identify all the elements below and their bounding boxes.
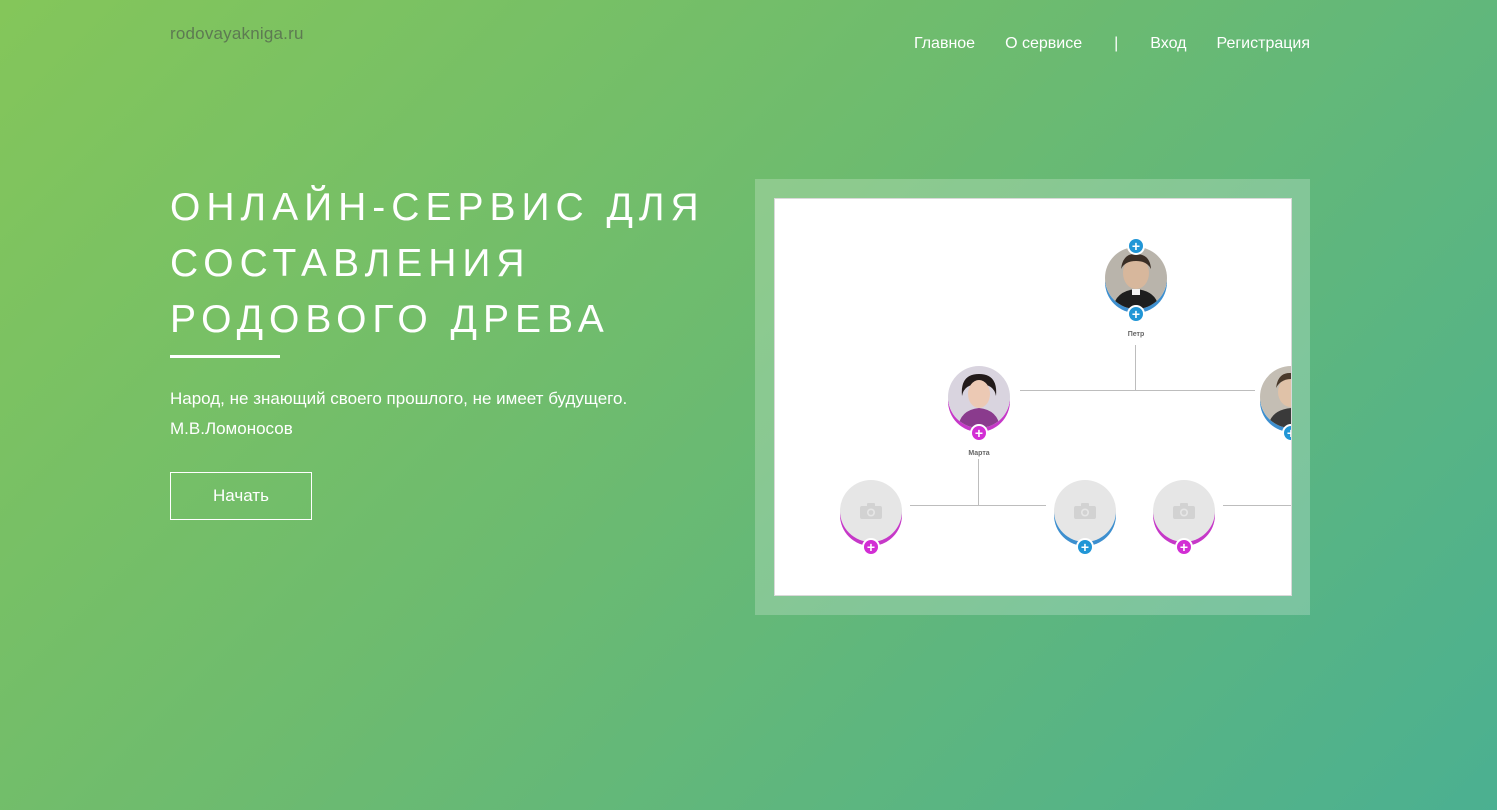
hero-quote: Народ, не знающий своего прошлого, не им… <box>170 384 690 444</box>
add-parent-icon[interactable]: + <box>1127 237 1145 255</box>
avatar <box>1105 247 1167 309</box>
nav-login[interactable]: Вход <box>1150 35 1186 53</box>
camera-icon <box>1074 503 1096 519</box>
tree-line <box>1223 505 1291 506</box>
start-button[interactable]: Начать <box>170 472 312 520</box>
hero-title: ОНЛАЙН-СЕРВИС ДЛЯ СОСТАВЛЕНИЯ РОДОВОГО Д… <box>170 186 705 341</box>
quote-author: М.В.Ломоносов <box>170 419 293 438</box>
title-underline <box>170 355 280 358</box>
nav-about[interactable]: О сервисе <box>1005 35 1082 53</box>
tree-node-petr[interactable]: + + Петр <box>1105 237 1167 338</box>
tree-node-empty[interactable]: + <box>1054 480 1116 556</box>
tree-node-marta[interactable]: + Марта <box>948 366 1010 457</box>
camera-icon <box>1173 503 1195 519</box>
main-nav: Главное О сервисе | Вход Регистрация <box>914 35 1310 53</box>
node-name: Марта <box>968 450 990 457</box>
quote-text: Народ, не знающий своего прошлого, не им… <box>170 389 628 408</box>
logo[interactable]: rodovayakniga.ru <box>170 24 304 44</box>
add-child-icon[interactable]: + <box>1282 424 1291 442</box>
tree-line <box>1135 345 1136 391</box>
avatar <box>948 366 1010 428</box>
camera-icon <box>860 503 882 519</box>
tree-preview: + + Петр + Марта + + + <box>774 198 1292 596</box>
add-child-icon[interactable]: + <box>970 424 988 442</box>
add-child-icon[interactable]: + <box>1127 305 1145 323</box>
tree-node-empty[interactable]: + <box>840 480 902 556</box>
add-child-icon[interactable]: + <box>862 538 880 556</box>
nav-home[interactable]: Главное <box>914 35 975 53</box>
tree-line <box>1020 390 1255 391</box>
avatar <box>1260 366 1291 428</box>
tree-line <box>978 459 979 506</box>
add-child-icon[interactable]: + <box>1175 538 1193 556</box>
nav-separator: | <box>1114 35 1119 52</box>
tree-node-empty[interactable]: + <box>1153 480 1215 556</box>
tree-node-partial[interactable]: + <box>1260 366 1291 442</box>
add-child-icon[interactable]: + <box>1076 538 1094 556</box>
tree-line <box>910 505 1046 506</box>
nav-register[interactable]: Регистрация <box>1216 35 1310 53</box>
node-name: Петр <box>1127 331 1145 338</box>
